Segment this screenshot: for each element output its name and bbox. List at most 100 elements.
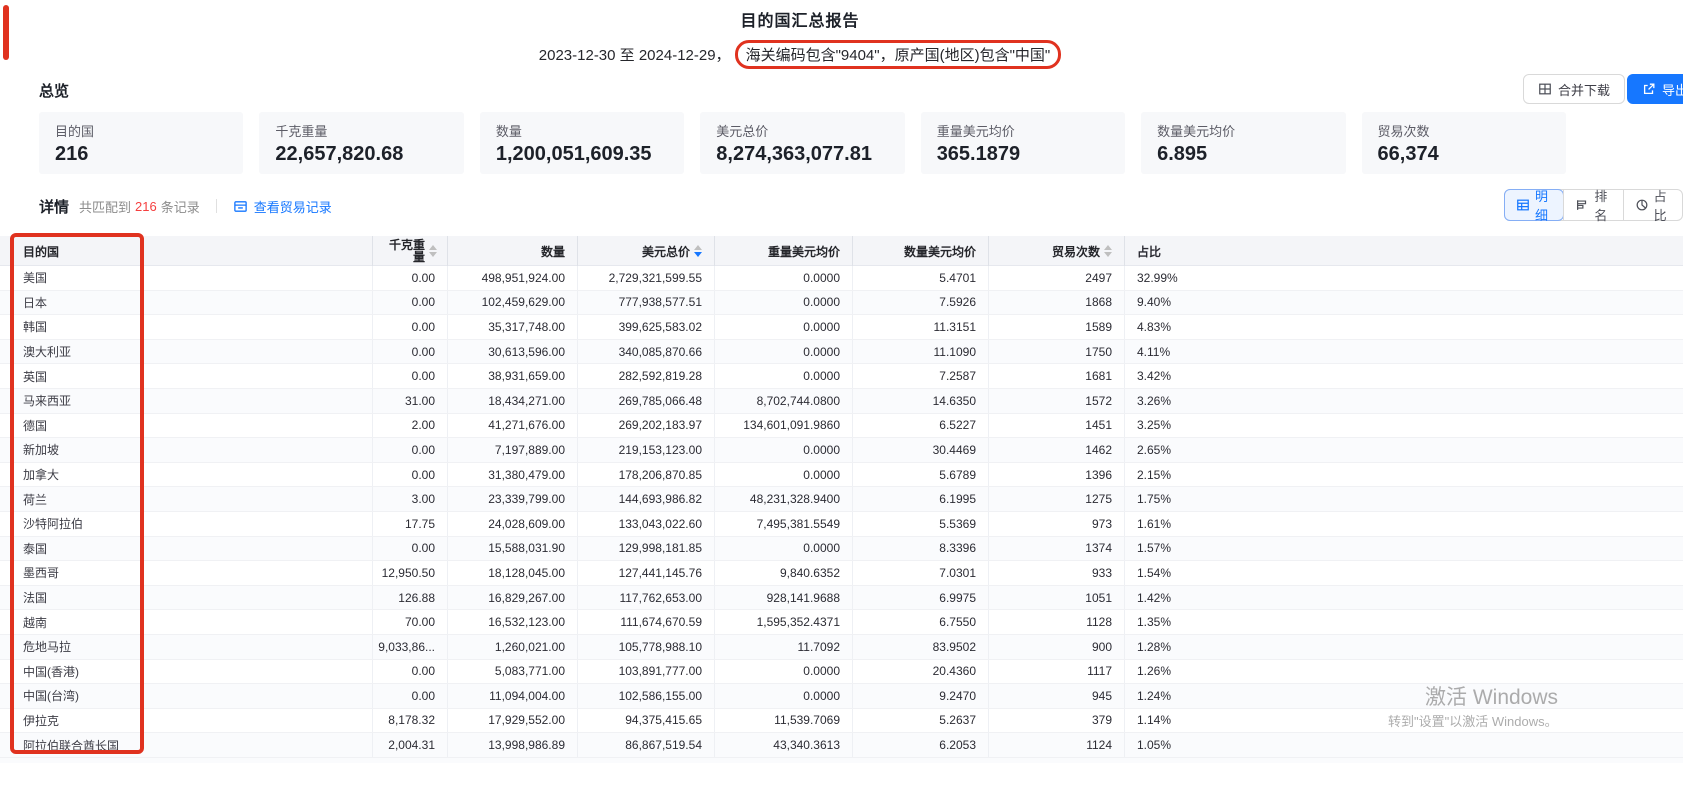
cell-usd-total: 269,202,183.97: [578, 414, 715, 438]
divider: [216, 199, 217, 213]
column-header-usd-avg-weight: 重量美元均价: [715, 236, 853, 266]
cell-kg-weight: 2.00: [373, 414, 448, 438]
table-row[interactable]: 越南 70.00 16,532,123.00 111,674,670.59 1,…: [0, 610, 1683, 635]
cell-kg-weight: 0.00: [373, 660, 448, 684]
cell-share: 1.75%: [1125, 487, 1683, 511]
cell-quantity: 18,434,271.00: [448, 389, 578, 413]
cell-destination: 日本: [0, 291, 373, 315]
cell-destination: 马来西亚: [0, 389, 373, 413]
cell-trade-count: 1128: [989, 610, 1125, 634]
table-row[interactable]: 澳大利亚 0.00 30,613,596.00 340,085,870.66 0…: [0, 340, 1683, 365]
table-row[interactable]: 英国 0.00 38,931,659.00 282,592,819.28 0.0…: [0, 364, 1683, 389]
cell-trade-count: 973: [989, 512, 1125, 536]
cell-trade-count: 1868: [989, 291, 1125, 315]
table-row[interactable]: 墨西哥 12,950.50 18,128,045.00 127,441,145.…: [0, 561, 1683, 586]
pie-icon: [1635, 198, 1649, 212]
cell-share: 1.26%: [1125, 660, 1683, 684]
cell-quantity: 16,532,123.00: [448, 610, 578, 634]
table-row[interactable]: 中国(台湾) 0.00 11,094,004.00 102,586,155.00…: [0, 684, 1683, 709]
cell-destination: 越南: [0, 610, 373, 634]
table-row[interactable]: 新加坡 0.00 7,197,889.00 219,153,123.00 0.0…: [0, 438, 1683, 463]
cell-quantity: 31,380,479.00: [448, 463, 578, 487]
table-row[interactable]: 德国 2.00 41,271,676.00 269,202,183.97 134…: [0, 414, 1683, 439]
cell-quantity: 41,271,676.00: [448, 414, 578, 438]
stat-card-value: 365.1879: [937, 143, 1109, 166]
cell-usd-avg-qty: 7.2587: [853, 364, 989, 388]
table-row[interactable]: 荷兰 3.00 23,339,799.00 144,693,986.82 48,…: [0, 487, 1683, 512]
tab-ranking-view[interactable]: 排名: [1563, 190, 1622, 220]
cell-share: 1.57%: [1125, 537, 1683, 561]
table-row[interactable]: 中国(香港) 0.00 5,083,771.00 103,891,777.00 …: [0, 660, 1683, 685]
cell-usd-total: 94,375,415.65: [578, 709, 715, 733]
cell-kg-weight: 0.00: [373, 684, 448, 708]
cell-usd-avg-weight: 0.0000: [715, 266, 853, 290]
cell-usd-avg-qty: 5.5369: [853, 512, 989, 536]
cell-usd-total: 86,867,519.54: [578, 733, 715, 757]
merge-download-label: 合并下载: [1558, 80, 1610, 99]
table-row[interactable]: 加拿大 0.00 31,380,479.00 178,206,870.85 0.…: [0, 463, 1683, 488]
stat-card: 数量 1,200,051,609.35: [480, 112, 684, 174]
cell-trade-count: 1681: [989, 364, 1125, 388]
cell-kg-weight: 0.00: [373, 438, 448, 462]
table-row[interactable]: 泰国 0.00 15,588,031.90 129,998,181.85 0.0…: [0, 537, 1683, 562]
tab-detail-view[interactable]: 明细: [1504, 189, 1564, 221]
tab-label: 排名: [1594, 186, 1611, 224]
export-label: 导出: [1662, 80, 1683, 99]
cell-usd-avg-weight: 0.0000: [715, 537, 853, 561]
stat-card-value: 8,274,363,077.81: [716, 143, 888, 166]
merge-download-button[interactable]: 合并下载: [1523, 74, 1625, 104]
cell-destination: 澳大利亚: [0, 340, 373, 364]
export-button[interactable]: 导出: [1627, 74, 1683, 104]
column-header-usd-total[interactable]: 美元总价: [578, 236, 715, 266]
table-row[interactable]: 阿拉伯联合酋长国 2,004.31 13,998,986.89 86,867,5…: [0, 733, 1683, 758]
column-header-destination: 目的国: [0, 236, 373, 266]
report-subtitle: 2023-12-30 至 2024-12-29， 海关编码包含"9404"，原产…: [0, 40, 1600, 69]
table-row[interactable]: 日本 0.00 102,459,629.00 777,938,577.51 0.…: [0, 291, 1683, 316]
stat-card: 重量美元均价 365.1879: [921, 112, 1125, 174]
cell-destination: 英国: [0, 364, 373, 388]
cell-trade-count: 1051: [989, 586, 1125, 610]
table-row[interactable]: 美国 0.00 498,951,924.00 2,729,321,599.55 …: [0, 266, 1683, 291]
cell-usd-avg-weight: 9,840.6352: [715, 561, 853, 585]
table-row[interactable]: 伊拉克 8,178.32 17,929,552.00 94,375,415.65…: [0, 709, 1683, 734]
partial-next-row: [0, 758, 1683, 763]
stat-card-value: 1,200,051,609.35: [496, 143, 668, 166]
column-header-trade-count[interactable]: 贸易次数: [989, 236, 1125, 266]
table-row[interactable]: 危地马拉 9,033,86... 1,260,021.00 105,778,98…: [0, 635, 1683, 660]
table-row[interactable]: 韩国 0.00 35,317,748.00 399,625,583.02 0.0…: [0, 315, 1683, 340]
cell-trade-count: 945: [989, 684, 1125, 708]
cell-usd-avg-weight: 134,601,091.9860: [715, 414, 853, 438]
cell-kg-weight: 0.00: [373, 266, 448, 290]
cell-destination: 中国(台湾): [0, 684, 373, 708]
cell-kg-weight: 70.00: [373, 610, 448, 634]
cell-trade-count: 1396: [989, 463, 1125, 487]
table-row[interactable]: 法国 126.88 16,829,267.00 117,762,653.00 9…: [0, 586, 1683, 611]
cell-trade-count: 1117: [989, 660, 1125, 684]
column-header-kg-weight[interactable]: 千克重量: [373, 236, 448, 266]
cell-usd-avg-weight: 928,141.9688: [715, 586, 853, 610]
cell-usd-avg-weight: 43,340.3613: [715, 733, 853, 757]
cell-share: 32.99%: [1125, 266, 1683, 290]
tab-label: 明细: [1535, 186, 1552, 224]
cell-trade-count: 1462: [989, 438, 1125, 462]
cell-usd-total: 127,441,145.76: [578, 561, 715, 585]
cell-usd-avg-weight: 11.7092: [715, 635, 853, 659]
sort-carets-icon: [1104, 245, 1112, 257]
cell-usd-avg-weight: 0.0000: [715, 364, 853, 388]
table-row[interactable]: 马来西亚 31.00 18,434,271.00 269,785,066.48 …: [0, 389, 1683, 414]
cell-share: 1.28%: [1125, 635, 1683, 659]
cell-trade-count: 1451: [989, 414, 1125, 438]
column-header-usd-avg-qty: 数量美元均价: [853, 236, 989, 266]
table-row[interactable]: 沙特阿拉伯 17.75 24,028,609.00 133,043,022.60…: [0, 512, 1683, 537]
view-trade-records-link[interactable]: 查看贸易记录: [233, 197, 332, 216]
cell-share: 3.42%: [1125, 364, 1683, 388]
stat-card: 美元总价 8,274,363,077.81: [700, 112, 904, 174]
cell-usd-total: 144,693,986.82: [578, 487, 715, 511]
page-title: 目的国汇总报告: [0, 7, 1600, 31]
cell-usd-total: 103,891,777.00: [578, 660, 715, 684]
tab-proportion-view[interactable]: 占比: [1623, 190, 1682, 220]
detail-bar: 详情 共匹配到 216 条记录 查看贸易记录: [39, 191, 332, 221]
view-mode-switch: 明细 排名 占比: [1504, 189, 1683, 221]
cell-kg-weight: 0.00: [373, 315, 448, 339]
cell-usd-avg-qty: 14.6350: [853, 389, 989, 413]
